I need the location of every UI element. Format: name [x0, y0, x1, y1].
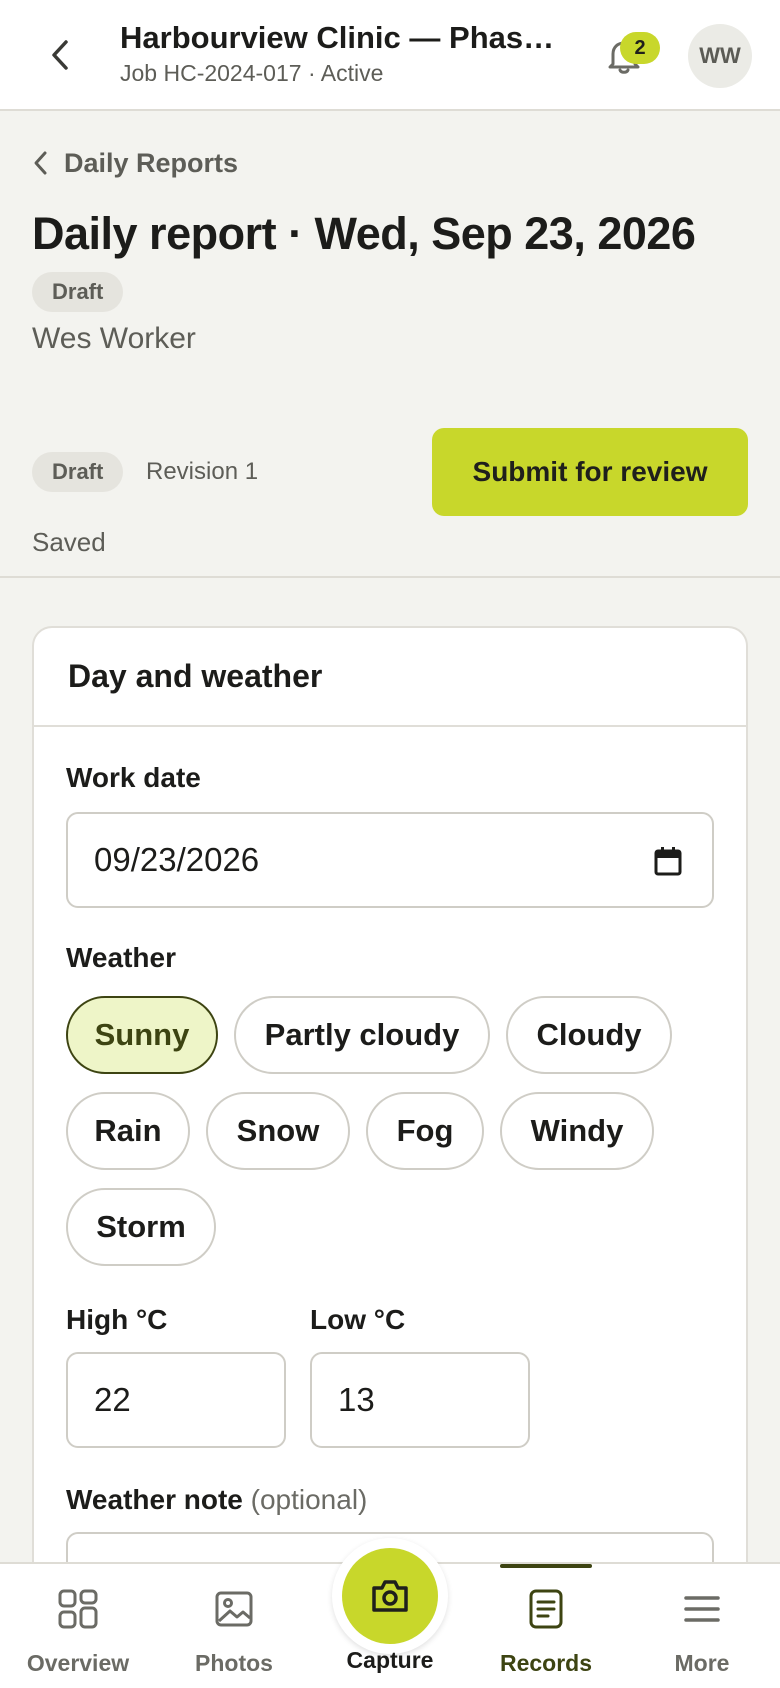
- nav-more[interactable]: More: [624, 1564, 780, 1688]
- low-temp-label: Low °C: [310, 1304, 406, 1335]
- weather-note-label: Weather note (optional): [66, 1484, 367, 1516]
- weather-chip-cloudy[interactable]: Cloudy: [506, 996, 672, 1074]
- report-author: Wes Worker: [32, 322, 196, 355]
- submit-for-review-button[interactable]: Submit for review: [432, 428, 748, 516]
- image-icon: [215, 1591, 253, 1627]
- app-header: Harbourview Clinic — Phase 2 Job HC-2024…: [0, 0, 780, 111]
- low-temp-input[interactable]: 13: [310, 1352, 530, 1448]
- nav-more-label: More: [674, 1650, 730, 1676]
- calendar-icon[interactable]: [654, 846, 682, 876]
- optional-hint: (optional): [250, 1484, 368, 1515]
- breadcrumb[interactable]: Daily Reports: [32, 145, 238, 181]
- weather-note-label-text: Weather note: [66, 1484, 243, 1515]
- nav-records-label: Records: [499, 1650, 593, 1676]
- work-date-label: Work date: [66, 762, 201, 793]
- capture-button[interactable]: [342, 1548, 438, 1644]
- page-title: Daily report · Wed, Sep 23, 2026: [32, 208, 696, 259]
- weather-chip-partly-cloudy[interactable]: Partly cloudy: [234, 996, 490, 1074]
- nav-photos-label: Photos: [195, 1650, 273, 1676]
- camera-icon: [372, 1580, 408, 1612]
- weather-chip-windy[interactable]: Windy: [500, 1092, 654, 1170]
- notification-count-badge: 2: [620, 32, 660, 64]
- high-temp-input[interactable]: 22: [66, 1352, 286, 1448]
- back-button[interactable]: [40, 35, 80, 75]
- status-badge: Draft: [32, 272, 124, 312]
- chevron-left-icon: [52, 40, 68, 70]
- work-date-input[interactable]: 09/23/2026: [66, 812, 714, 908]
- revision-label: Revision 1: [146, 458, 259, 485]
- job-subtitle: Job HC-2024-017 · Active: [120, 60, 384, 86]
- status-badge: Draft: [32, 452, 124, 492]
- divider: [34, 725, 746, 727]
- divider: [0, 576, 780, 578]
- day-weather-card: Day and weather Work date 09/23/2026 Wea…: [32, 626, 748, 1688]
- weather-chip-sunny[interactable]: Sunny: [66, 996, 218, 1074]
- weather-chip-snow[interactable]: Snow: [206, 1092, 350, 1170]
- nav-capture[interactable]: [332, 1538, 448, 1654]
- nav-overview-label: Overview: [26, 1650, 130, 1676]
- save-status: Saved: [32, 527, 106, 557]
- document-icon: [529, 1589, 563, 1629]
- nav-photos[interactable]: Photos: [156, 1564, 312, 1688]
- weather-label: Weather: [66, 942, 176, 973]
- weather-chip-fog[interactable]: Fog: [366, 1092, 484, 1170]
- avatar[interactable]: WW: [688, 24, 752, 88]
- work-date-value: 09/23/2026: [94, 841, 260, 878]
- breadcrumb-label: Daily Reports: [64, 147, 239, 178]
- grid-icon: [58, 1589, 98, 1629]
- high-temp-label: High °C: [66, 1304, 168, 1335]
- job-title: Harbourview Clinic — Phase 2: [120, 20, 560, 55]
- card-title: Day and weather: [68, 658, 323, 694]
- weather-chip-rain[interactable]: Rain: [66, 1092, 190, 1170]
- low-temp-value: 13: [338, 1381, 375, 1418]
- nav-overview[interactable]: Overview: [0, 1564, 156, 1688]
- menu-icon: [684, 1596, 720, 1622]
- nav-records[interactable]: Records: [468, 1564, 624, 1688]
- chevron-left-icon: [34, 151, 47, 175]
- high-temp-value: 22: [94, 1381, 131, 1418]
- weather-chip-storm[interactable]: Storm: [66, 1188, 216, 1266]
- nav-capture-label: Capture: [346, 1647, 434, 1673]
